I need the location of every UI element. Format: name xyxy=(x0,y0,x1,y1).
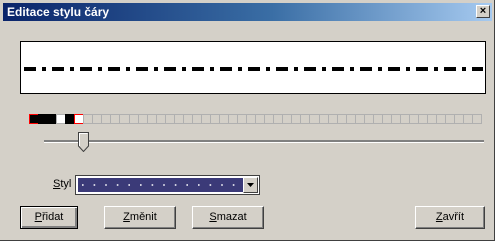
pattern-slider-thumb[interactable] xyxy=(78,132,89,152)
change-button[interactable]: Změnit xyxy=(104,206,176,229)
title-bar[interactable]: Editace stylu čáry × xyxy=(3,3,492,21)
style-label: Styl xyxy=(53,178,72,190)
pattern-editor-strip[interactable] xyxy=(29,114,483,124)
style-dropdown-selected-value xyxy=(78,178,244,192)
close-icon[interactable]: × xyxy=(476,5,490,18)
window-title: Editace stylu čáry xyxy=(7,5,110,19)
dropdown-arrow xyxy=(247,183,254,187)
dash-dot-line-preview xyxy=(24,67,483,71)
pattern-cell[interactable] xyxy=(472,114,483,124)
add-button[interactable]: Přidat xyxy=(20,206,78,229)
style-dropdown[interactable] xyxy=(75,175,260,195)
chevron-down-icon[interactable] xyxy=(243,177,258,193)
line-style-dialog: Editace stylu čáry × Styl Přidat Změnit … xyxy=(0,0,495,241)
line-preview xyxy=(20,41,486,94)
dotted-line-swatch xyxy=(82,184,240,186)
close-button[interactable]: Zavřít xyxy=(415,206,485,229)
delete-button[interactable]: Smazat xyxy=(192,206,264,229)
pattern-slider-track[interactable] xyxy=(44,140,484,143)
